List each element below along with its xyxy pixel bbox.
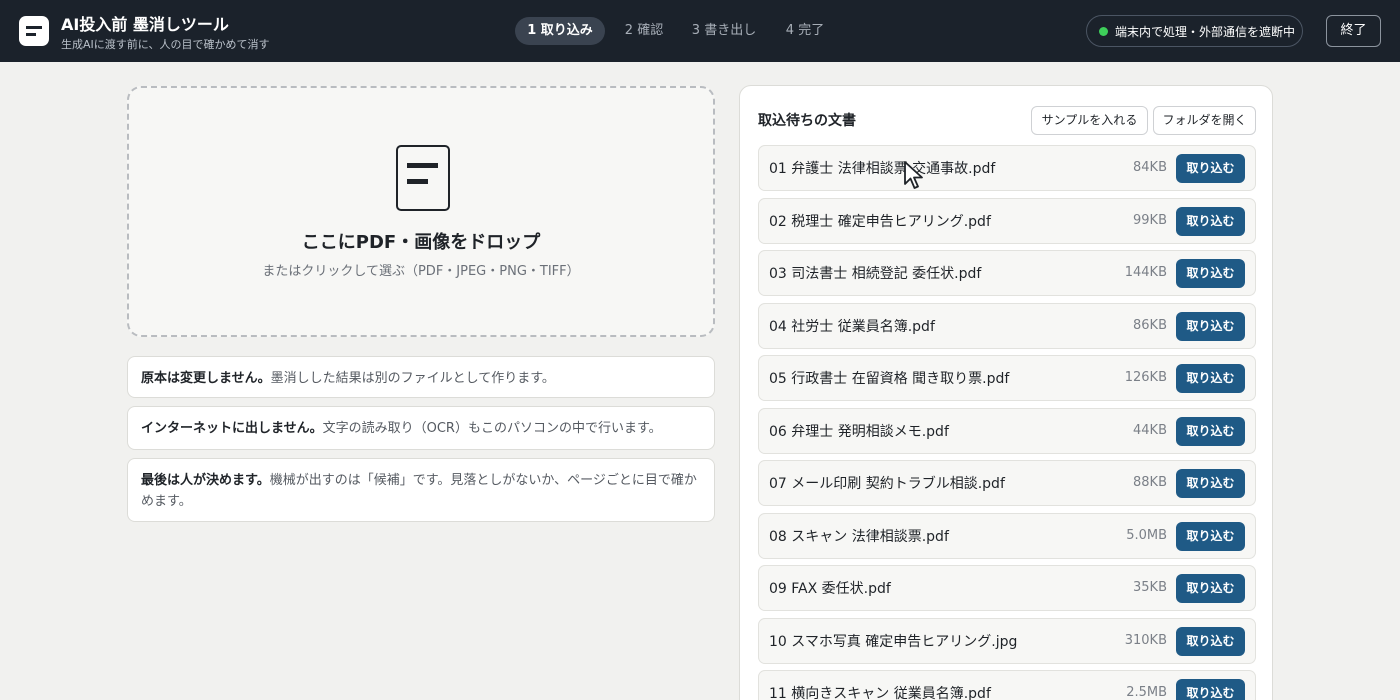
file-size: 99KB [1133, 212, 1167, 228]
import-button[interactable]: 取り込む [1176, 311, 1245, 341]
app-title: AI投入前 墨消しツール [61, 15, 229, 34]
document-icon [396, 145, 450, 211]
step-import[interactable]: 1 取り込み [515, 17, 605, 45]
file-size: 2.5MB [1126, 685, 1167, 700]
step-export[interactable]: 3 書き出し [683, 17, 765, 45]
file-row[interactable]: 07 メール印刷 契約トラブル相談.pdf 88KB 取り込む [758, 460, 1256, 506]
file-size: 88KB [1133, 475, 1167, 490]
mouse-cursor-icon [904, 161, 923, 189]
file-name: 08 スキャン 法律相談票.pdf [769, 528, 949, 545]
file-row[interactable]: 03 司法書士 相続登記 委任状.pdf 144KB 取り込む [758, 250, 1256, 296]
app-subtitle: 生成AIに渡す前に、人の目で確かめて消す [61, 38, 270, 51]
file-name: 05 行政書士 在留資格 聞き取り票.pdf [769, 371, 1010, 387]
file-size: 35KB [1133, 580, 1167, 595]
info-card-human-review: 最後は人が決めます。機械が出すのは「候補」です。見落としがないか、ページごとに目… [127, 458, 715, 522]
info-card-text: 文字の読み取り（OCR）もこのパソコンの中で行います。 [322, 421, 662, 436]
file-row[interactable]: 01 弁護士 法律相談票 交通事故.pdf 84KB 取り込む [758, 145, 1256, 191]
file-name: 07 メール印刷 契約トラブル相談.pdf [769, 476, 1005, 492]
file-name: 09 FAX 委任状.pdf [769, 581, 891, 597]
top-bar: AI投入前 墨消しツール 生成AIに渡す前に、人の目で確かめて消す 1 取り込み… [0, 0, 1400, 62]
file-row[interactable]: 08 スキャン 法律相談票.pdf 5.0MB 取り込む [758, 512, 1256, 559]
file-name: 06 弁理士 発明相談メモ.pdf [769, 423, 949, 440]
file-size: 144KB [1124, 265, 1167, 280]
file-row[interactable]: 05 行政書士 在留資格 聞き取り票.pdf 126KB 取り込む [758, 355, 1256, 401]
import-button[interactable]: 取り込む [1176, 154, 1245, 183]
import-button[interactable]: 取り込む [1176, 416, 1245, 446]
file-size: 84KB [1133, 160, 1167, 175]
open-folder-button[interactable]: フォルダを開く [1153, 106, 1256, 135]
file-row[interactable]: 06 弁理士 発明相談メモ.pdf 44KB 取り込む [758, 407, 1256, 454]
import-button[interactable]: 取り込む [1176, 679, 1245, 700]
insert-sample-button[interactable]: サンプルを入れる [1031, 106, 1148, 135]
file-row[interactable]: 02 税理士 確定申告ヒアリング.pdf 99KB 取り込む [758, 197, 1256, 244]
file-name: 11 横向きスキャン 従業員名簿.pdf [769, 686, 991, 700]
import-button[interactable]: 取り込む [1176, 626, 1245, 656]
file-drop-zone[interactable]: ここにPDF・画像をドロップ またはクリックして選ぶ（PDF・JPEG・PNG・… [127, 86, 715, 337]
file-row[interactable]: 04 社労士 従業員名簿.pdf 86KB 取り込む [758, 302, 1256, 349]
file-name: 04 社労士 従業員名簿.pdf [769, 318, 935, 335]
import-button[interactable]: 取り込む [1176, 469, 1245, 498]
file-size: 5.0MB [1126, 527, 1167, 543]
file-name: 02 税理士 確定申告ヒアリング.pdf [769, 213, 991, 230]
info-card-text: 墨消しした結果は別のファイルとして作ります。 [270, 371, 555, 386]
import-button[interactable]: 取り込む [1176, 364, 1245, 393]
import-button[interactable]: 取り込む [1176, 206, 1245, 236]
import-button[interactable]: 取り込む [1176, 574, 1245, 603]
file-size: 126KB [1124, 370, 1167, 385]
import-queue-panel: 取込待ちの文書 サンプルを入れる フォルダを開く 01 弁護士 法律相談票 交通… [739, 85, 1273, 700]
import-button[interactable]: 取り込む [1176, 259, 1245, 288]
file-row[interactable]: 09 FAX 委任状.pdf 35KB 取り込む [758, 565, 1256, 611]
import-button[interactable]: 取り込む [1176, 521, 1245, 551]
info-card-heading: インターネットに出しません。 [141, 421, 323, 436]
app-logo-icon [19, 16, 49, 46]
file-name: 10 スマホ写真 確定申告ヒアリング.jpg [769, 633, 1018, 650]
drop-zone-title: ここにPDF・画像をドロップ [301, 232, 541, 253]
offline-status-badge: 端末内で処理・外部通信を遮断中 [1086, 15, 1303, 47]
end-button[interactable]: 終了 [1326, 15, 1381, 47]
file-name: 03 司法書士 相続登記 委任状.pdf [769, 266, 982, 282]
drop-zone-subtitle: またはクリックして選ぶ（PDF・JPEG・PNG・TIFF） [262, 264, 580, 279]
file-size: 44KB [1133, 422, 1167, 438]
file-name: 01 弁護士 法律相談票 交通事故.pdf [769, 161, 996, 177]
info-card-original: 原本は変更しません。墨消しした結果は別のファイルとして作ります。 [127, 356, 715, 398]
info-card-heading: 原本は変更しません。 [141, 371, 271, 386]
step-review[interactable]: 2 確認 [613, 17, 675, 45]
info-card-offline: インターネットに出しません。文字の読み取り（OCR）もこのパソコンの中で行います… [127, 406, 715, 450]
step-complete[interactable]: 4 完了 [773, 17, 837, 45]
queue-title: 取込待ちの文書 [758, 113, 856, 129]
status-text: 端末内で処理・外部通信を遮断中 [1115, 25, 1296, 39]
file-size: 86KB [1133, 317, 1167, 333]
info-card-heading: 最後は人が決めます。 [141, 473, 270, 488]
file-row[interactable]: 10 スマホ写真 確定申告ヒアリング.jpg 310KB 取り込む [758, 617, 1256, 664]
file-size: 310KB [1124, 632, 1167, 648]
status-dot-icon [1099, 27, 1108, 36]
file-row[interactable]: 11 横向きスキャン 従業員名簿.pdf 2.5MB 取り込む [758, 670, 1256, 700]
